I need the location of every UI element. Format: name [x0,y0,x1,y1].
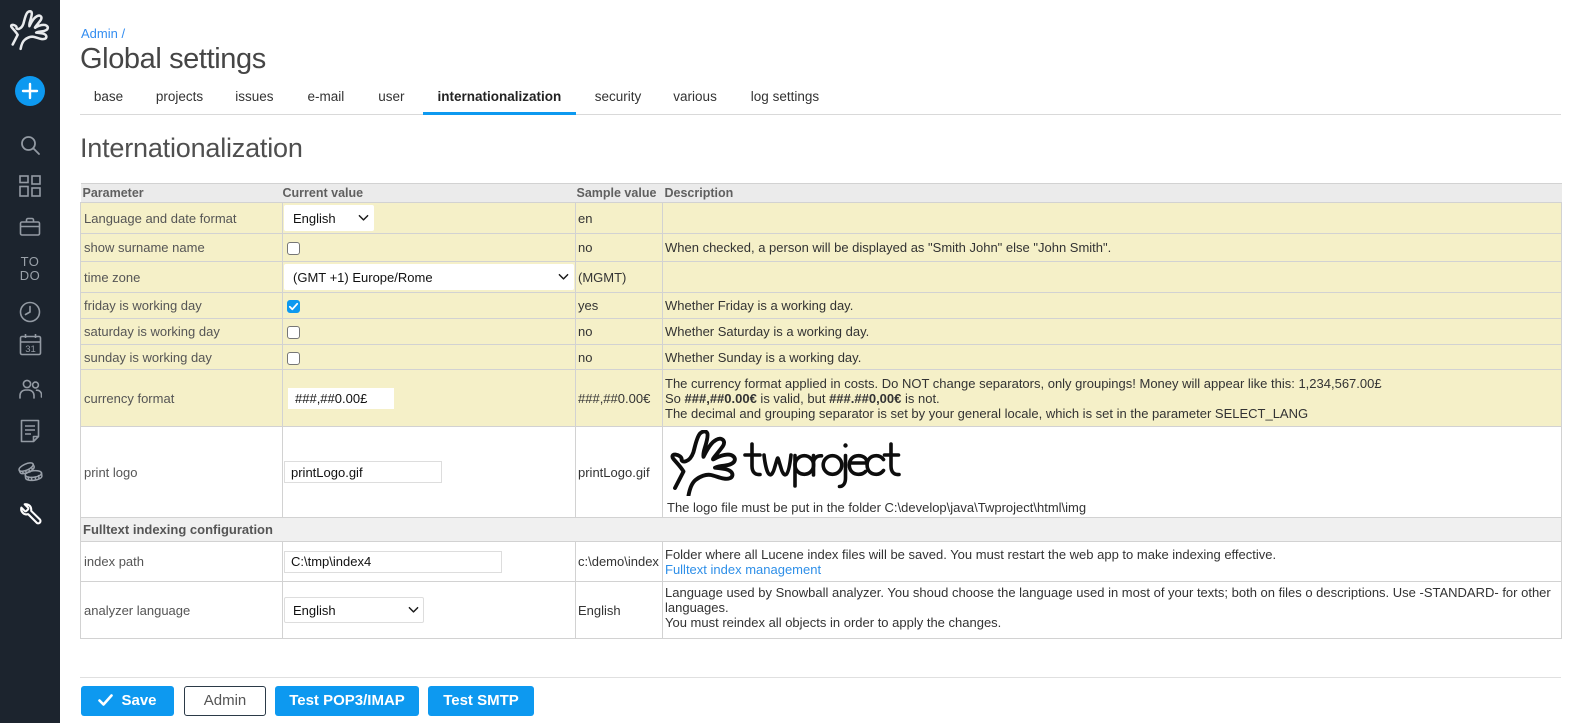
svg-text:31: 31 [25,344,36,355]
